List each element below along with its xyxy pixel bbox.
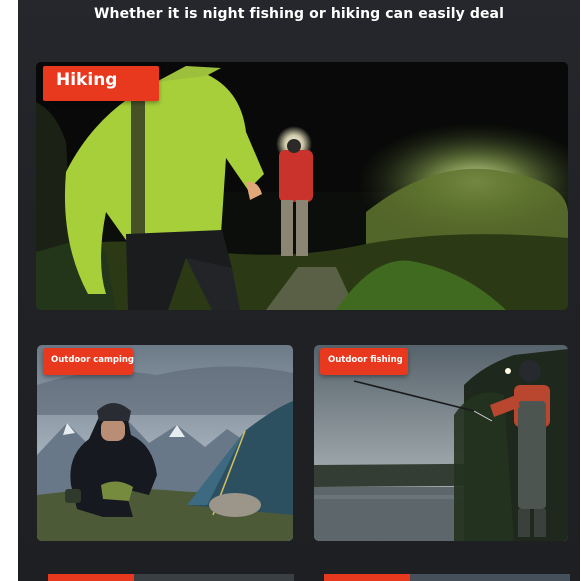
page: Whether it is night fishing or hiking ca… (0, 0, 581, 581)
next-badge-peek (324, 574, 410, 581)
hiking-badge: Hiking (43, 66, 159, 101)
next-photo-peek (410, 574, 570, 581)
next-badge-peek (48, 574, 134, 581)
product-panel: Whether it is night fishing or hiking ca… (18, 0, 580, 581)
camping-badge: Outdoor camping (43, 348, 134, 375)
headline: Whether it is night fishing or hiking ca… (93, 6, 505, 22)
fishing-badge: Outdoor fishing (320, 348, 408, 375)
next-photo-peek (134, 574, 294, 581)
